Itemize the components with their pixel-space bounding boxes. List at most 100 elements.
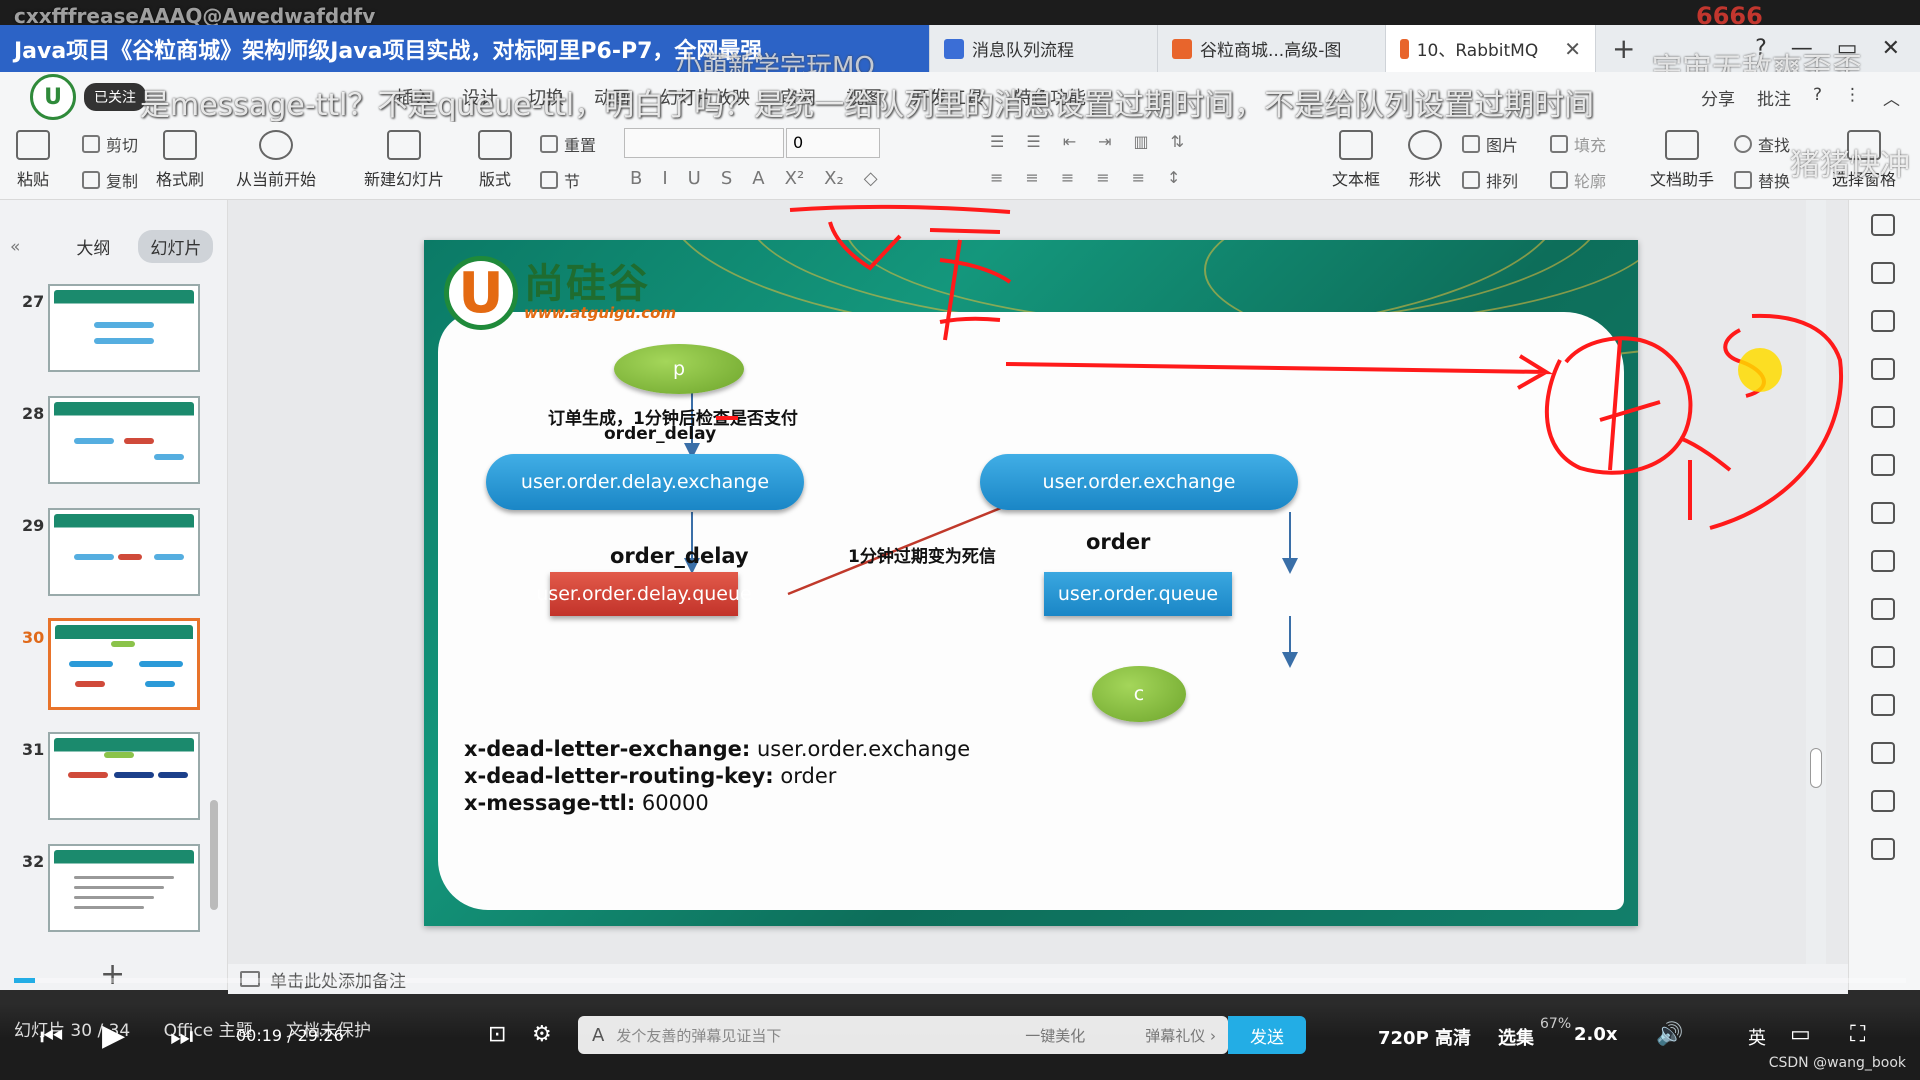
columns-icon[interactable]: ▥ [1134,132,1149,151]
picture-button[interactable]: 图片 [1462,132,1518,156]
tab-queue-flow[interactable]: 消息队列流程 [930,25,1158,72]
consumer-node[interactable]: c [1092,666,1186,722]
copy-button[interactable]: 复制 [82,168,138,192]
volume-icon[interactable] [1871,790,1895,812]
danmu-input[interactable]: A 发个友善的弹幕见证当下 一键美化 弹幕礼仪 › [578,1016,1228,1054]
play-from-current-button[interactable]: 从当前开始 [236,130,316,190]
next-button[interactable]: ⏭ [170,1022,193,1053]
paste-button[interactable]: 粘贴 [16,130,50,190]
order-queue-node[interactable]: user.order.queue [1044,572,1232,616]
cut-button[interactable]: 剪切 [82,132,138,156]
comment-button[interactable]: 批注 [1757,85,1791,110]
add-slide-button[interactable]: + [100,957,125,992]
slide-thumbnail[interactable] [48,732,200,820]
collapse-panel-icon[interactable]: « [10,237,20,257]
shape-icon[interactable] [1871,310,1895,332]
canvas-scrollbar[interactable] [1806,200,1826,990]
tab-gulimall[interactable]: 谷粒商城...高级-图 [1158,25,1386,72]
gift-label[interactable]: 弹幕礼仪 › [1145,1025,1216,1046]
reset-button[interactable]: 重置 [540,132,596,156]
new-tab-button[interactable]: + [1596,25,1651,72]
slide-thumbnail-active[interactable] [48,618,200,710]
quality-button[interactable]: 720P 高清 [1378,1024,1471,1050]
delay-queue-node[interactable]: user.order.delay.queue [536,572,752,616]
box-icon[interactable] [1871,694,1895,716]
justify-icon[interactable]: ≡ [1096,168,1109,187]
gallery-icon[interactable] [1871,598,1895,620]
tab-slides[interactable]: 幻灯片 [138,230,214,263]
replace-button[interactable]: 替换 [1734,168,1790,192]
table-icon[interactable] [1871,406,1895,428]
superscript-icon[interactable]: X² [785,168,805,189]
panel-scrollbar[interactable] [210,800,218,910]
transition-icon[interactable] [1871,262,1895,284]
close-icon[interactable]: ✕ [1564,37,1581,61]
beautify-label[interactable]: 一键美化 [1025,1025,1085,1046]
avatar[interactable]: U [30,74,76,120]
danmu-toggle-icon[interactable]: ⊡ [488,1022,506,1047]
textbox-button[interactable]: 文本框 [1332,130,1380,190]
animation-icon[interactable] [1871,358,1895,380]
help-icon[interactable]: ? [1813,85,1822,110]
eraser-icon[interactable]: ◇ [864,168,878,189]
slide-thumbnail[interactable] [48,844,200,932]
section-button[interactable]: 节 [540,168,580,192]
image-icon[interactable] [1871,742,1895,764]
format-painter-button[interactable]: 格式刷 [156,130,204,190]
slide-thumbnail[interactable] [48,508,200,596]
distribute-icon[interactable]: ≡ [1132,168,1145,187]
pip-icon[interactable]: ▭ [1790,1022,1811,1047]
tab-outline[interactable]: 大纲 [64,230,122,263]
follow-badge[interactable]: 已关注 [84,83,146,111]
doc-assistant-button[interactable]: 文档助手 [1650,130,1714,190]
chart-icon[interactable] [1871,502,1895,524]
arrange-button[interactable]: 排列 [1462,168,1518,192]
more-icon[interactable]: ⋮ [1844,85,1861,110]
font-color-icon[interactable]: A [752,168,764,189]
danmu-settings-icon[interactable]: ⚙ [532,1022,552,1047]
bold-icon[interactable]: B [630,168,642,189]
text-dir-icon[interactable]: ⇅ [1171,132,1184,151]
producer-node[interactable]: p [614,344,744,394]
italic-icon[interactable]: I [662,168,667,189]
delay-exchange-node[interactable]: user.order.delay.exchange [486,454,804,510]
grid-icon[interactable] [1871,454,1895,476]
prev-button[interactable]: ⏮ [40,1022,63,1053]
font-family-select[interactable] [624,128,784,158]
tab-rabbitmq[interactable]: 10、RabbitMQ ✕ [1386,25,1596,72]
scrollbar-thumb[interactable] [1810,748,1822,788]
bullet-list-icon[interactable]: ☰ [990,132,1004,151]
settings-icon[interactable] [1871,550,1895,572]
slide[interactable]: U 尚硅谷 www.atguigu.com p 订单生成，1分钟后检查是否支付 [424,240,1638,926]
send-button[interactable]: 发送 [1228,1016,1306,1054]
share-button[interactable]: 分享 [1701,85,1735,110]
outline-button[interactable]: 轮廓 [1550,168,1606,192]
lang-button[interactable]: 英 [1748,1024,1766,1050]
shape-button[interactable]: 形状 [1408,130,1442,190]
play-button[interactable]: ▶ [102,1018,125,1053]
align-center-icon[interactable]: ≡ [1025,168,1038,187]
episodes-button[interactable]: 选集 [1498,1024,1534,1050]
fill-button[interactable]: 填充 [1550,132,1606,156]
align-left-icon[interactable]: ≡ [990,168,1003,187]
volume-icon[interactable]: 🔊 [1656,1022,1683,1047]
order-exchange-node[interactable]: user.order.exchange [980,454,1298,510]
danmu-style-icon[interactable]: A [592,1025,604,1046]
export-icon[interactable] [1871,646,1895,668]
number-list-icon[interactable]: ☰ [1026,132,1040,151]
font-size-select[interactable]: 0 [786,128,880,158]
underline-icon[interactable]: U [688,168,701,189]
speed-button[interactable]: 2.0x [1574,1024,1618,1045]
slide-thumbnail[interactable] [48,284,200,372]
cube-icon[interactable] [1871,838,1895,860]
video-progress-bar[interactable] [14,978,1906,983]
slide-thumbnail[interactable] [48,396,200,484]
star-icon[interactable] [1871,214,1895,236]
line-spacing-icon[interactable]: ↕ [1167,168,1180,187]
new-slide-button[interactable]: 新建幻灯片 [364,130,444,190]
layout-button[interactable]: 版式 [478,130,512,190]
indent-dec-icon[interactable]: ⇤ [1063,132,1076,151]
indent-inc-icon[interactable]: ⇥ [1098,132,1111,151]
collapse-icon[interactable]: ︿ [1883,85,1900,110]
find-button[interactable]: 查找 [1734,132,1790,156]
